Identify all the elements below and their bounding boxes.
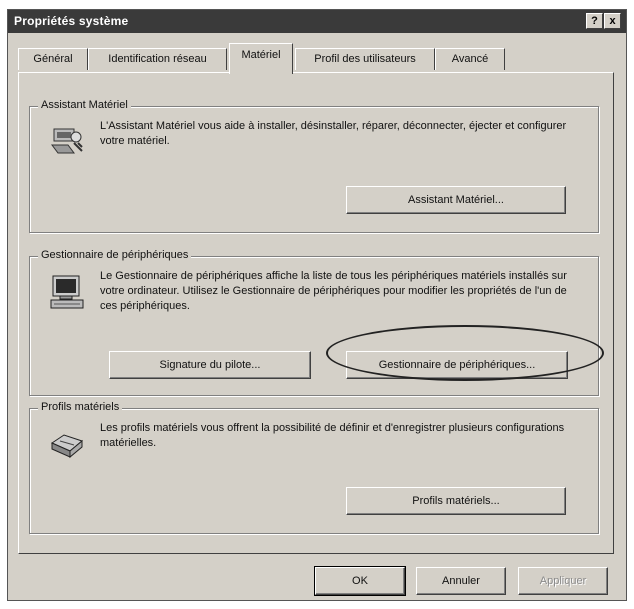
title-bar[interactable]: Propriétés système ? x	[8, 10, 626, 33]
hardware-wizard-button[interactable]: Assistant Matériel...	[346, 186, 566, 214]
hardware-wizard-group: Assistant Matériel L'Assistant Matériel …	[29, 99, 599, 233]
window-title: Propriétés système	[14, 14, 129, 28]
device-manager-button[interactable]: Gestionnaire de périphériques...	[346, 351, 568, 379]
device-manager-description: Le Gestionnaire de périphériques affiche…	[100, 270, 567, 312]
hardware-profiles-description: Les profils matériels vous offrent la po…	[100, 422, 565, 449]
driver-signing-button[interactable]: Signature du pilote...	[109, 351, 311, 379]
hardware-wizard-icon	[51, 128, 83, 154]
hardware-wizard-group-title: Assistant Matériel	[38, 99, 131, 111]
tab-advanced[interactable]: Avancé	[435, 48, 505, 70]
hardware-profiles-group: Profils matériels Les profils matériels …	[29, 401, 599, 534]
tab-hardware[interactable]: Matériel	[229, 43, 293, 74]
ok-button[interactable]: OK	[314, 566, 406, 596]
cancel-button[interactable]: Annuler	[416, 567, 506, 595]
tab-user-profiles[interactable]: Profil des utilisateurs	[295, 48, 435, 70]
help-button[interactable]: ?	[586, 13, 603, 29]
hardware-profiles-button[interactable]: Profils matériels...	[346, 487, 566, 515]
tab-general[interactable]: Général	[18, 48, 88, 70]
hardware-wizard-description: L'Assistant Matériel vous aide à install…	[100, 120, 567, 147]
hardware-profiles-group-title: Profils matériels	[38, 401, 123, 413]
tab-network-identification[interactable]: Identification réseau	[88, 48, 227, 70]
device-manager-group: Gestionnaire de périphériques Le Gestion…	[29, 249, 599, 396]
system-properties-window: Propriétés système ? x Général Identific…	[7, 9, 627, 601]
apply-button[interactable]: Appliquer	[518, 567, 608, 595]
hardware-profiles-icon	[50, 434, 84, 459]
computer-icon	[50, 275, 84, 309]
close-button[interactable]: x	[604, 13, 621, 29]
device-manager-group-title: Gestionnaire de périphériques	[38, 249, 192, 261]
